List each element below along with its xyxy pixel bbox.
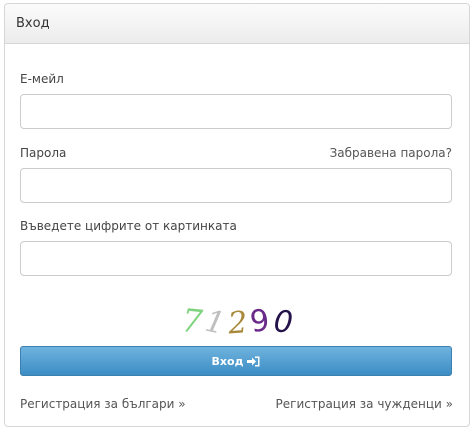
panel-header: Вход: [5, 4, 469, 44]
email-label-row: Е-мейл: [20, 71, 452, 87]
login-button-label: Вход: [211, 354, 244, 368]
sign-in-icon: [247, 356, 260, 366]
panel-title: Вход: [16, 16, 50, 31]
forgot-password-link[interactable]: Забравена парола?: [330, 145, 452, 161]
captcha-digit: 7: [180, 301, 205, 340]
captcha-label: Въведете цифрите от картинката: [20, 219, 237, 233]
password-label-row: Парола Забравена парола?: [20, 145, 452, 161]
captcha-digit: 0: [273, 304, 294, 340]
email-field[interactable]: [20, 94, 452, 129]
captcha-label-row: Въведете цифрите от картинката: [20, 218, 452, 234]
captcha-field[interactable]: [20, 241, 452, 276]
captcha-digit: 9: [248, 303, 272, 340]
register-foreigners-link[interactable]: Регистрация за чужденци »: [276, 397, 453, 411]
register-bulgarians-link[interactable]: Регистрация за българи »: [20, 397, 186, 411]
captcha-digit: 1: [202, 304, 228, 340]
login-button[interactable]: Вход: [20, 346, 452, 376]
password-label: Парола: [20, 146, 67, 160]
password-field[interactable]: [20, 168, 452, 203]
email-label: Е-мейл: [20, 72, 64, 86]
captcha-digit: 2: [226, 305, 248, 340]
login-panel: Вход Е-мейл Парола Забравена парола? Във…: [4, 3, 470, 427]
captcha-image: 7 1 2 9 0: [180, 301, 294, 340]
